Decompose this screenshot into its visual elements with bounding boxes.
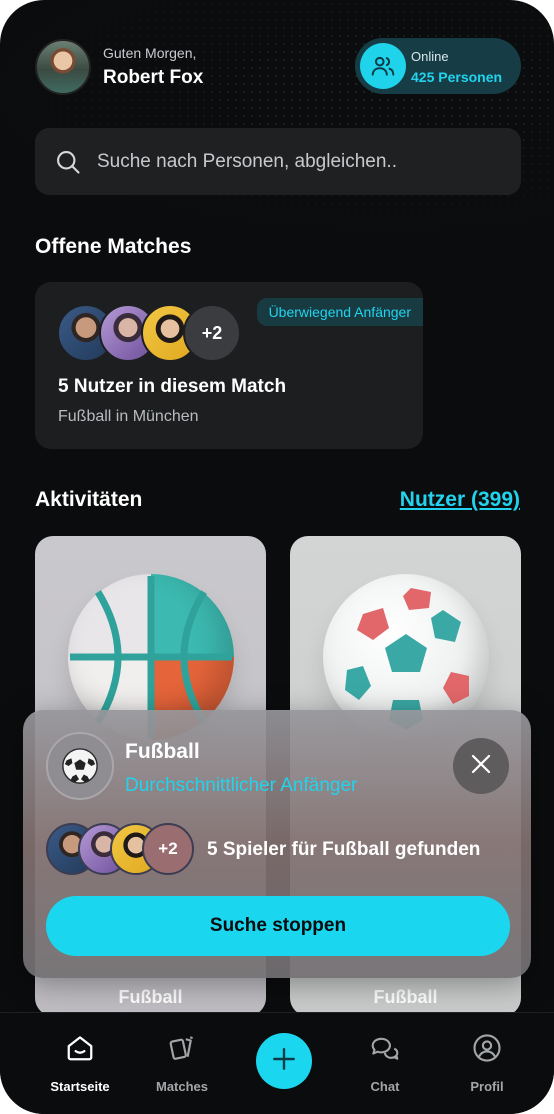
- add-button[interactable]: [256, 1033, 312, 1089]
- tab-matches[interactable]: Matches: [137, 1031, 227, 1094]
- close-icon: [470, 753, 492, 780]
- tab-home[interactable]: Startseite: [35, 1031, 125, 1094]
- soccer-ball-icon: [46, 732, 114, 800]
- match-title: 5 Nutzer in diesem Match: [58, 376, 287, 397]
- tab-label: Startseite: [50, 1079, 110, 1094]
- bottom-tab-bar: Startseite Matches Chat Profil: [0, 1012, 554, 1114]
- tab-label: Profil: [470, 1079, 504, 1094]
- stop-search-button[interactable]: Suche stoppen: [46, 896, 510, 956]
- plus-icon: [271, 1046, 297, 1077]
- app-screen: Guten Morgen, Robert Fox Online 425 Pers…: [0, 0, 554, 1114]
- players-found-text: 5 Spieler für Fußball gefunden: [207, 839, 481, 860]
- home-icon: [35, 1031, 125, 1065]
- header: Guten Morgen, Robert Fox Online 425 Pers…: [35, 37, 521, 95]
- match-avatar-group: +2: [57, 304, 257, 362]
- users-icon: [360, 43, 406, 89]
- search-status-sheet: Fußball Durchschnittlicher Anfänger +2 5…: [23, 710, 531, 978]
- search-input[interactable]: Suche nach Personen, abgleichen..: [35, 128, 521, 195]
- greeting-text: Guten Morgen,: [103, 45, 197, 61]
- close-button[interactable]: [453, 738, 509, 794]
- activities-title: Aktivitäten: [35, 488, 143, 511]
- background-dot-pattern: [0, 0, 554, 230]
- open-matches-title: Offene Matches: [35, 235, 192, 258]
- profile-icon: [442, 1031, 532, 1065]
- found-players-avatar-group: +2: [46, 823, 196, 875]
- tab-label: Chat: [370, 1079, 400, 1094]
- activity-label: Fußball: [373, 987, 438, 1007]
- level-badge: Überwiegend Anfänger: [256, 298, 423, 326]
- activity-label: Fußball: [118, 987, 183, 1007]
- skill-level: Durchschnittlicher Anfänger: [125, 775, 358, 796]
- avatar[interactable]: [35, 39, 91, 95]
- match-card[interactable]: Überwiegend Anfänger +2 5 Nutzer in dies…: [35, 282, 423, 449]
- user-name: Robert Fox: [103, 67, 204, 88]
- cards-icon: [137, 1031, 227, 1065]
- tab-chat[interactable]: Chat: [340, 1031, 430, 1094]
- search-placeholder: Suche nach Personen, abgleichen..: [97, 151, 397, 172]
- tab-label: Matches: [155, 1079, 209, 1094]
- more-players-count: +2: [183, 304, 241, 362]
- match-subtitle: Fußball in München: [58, 408, 199, 425]
- online-status-pill[interactable]: Online 425 Personen: [355, 38, 521, 94]
- chat-icon: [340, 1031, 430, 1065]
- users-link[interactable]: Nutzer (399): [400, 488, 520, 512]
- online-label: Online: [411, 49, 449, 64]
- search-icon: [54, 148, 82, 181]
- sport-title: Fußball: [125, 740, 200, 763]
- more-players-count: +2: [142, 823, 194, 875]
- tab-profile[interactable]: Profil: [442, 1031, 532, 1094]
- online-count: 425 Personen: [411, 69, 503, 85]
